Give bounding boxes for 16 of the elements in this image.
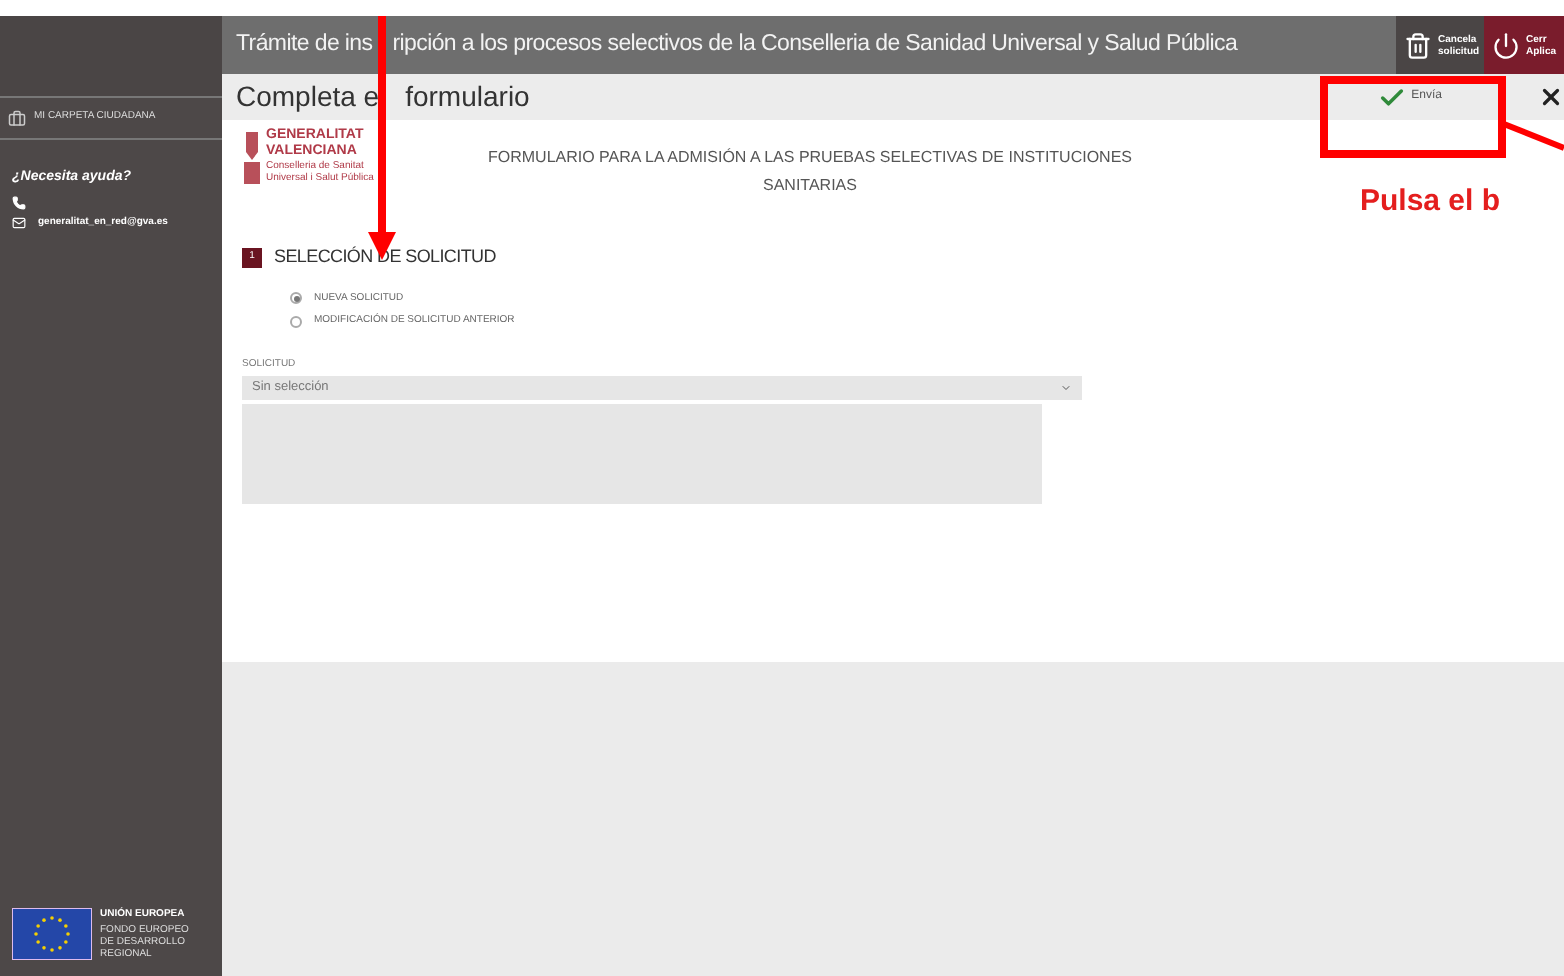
folder-icon bbox=[8, 109, 26, 127]
header-title: Trámite de ins bbox=[236, 29, 373, 60]
page-title: Completa e bbox=[236, 78, 380, 116]
trash-icon bbox=[1404, 31, 1432, 59]
mail-icon bbox=[12, 215, 26, 230]
power-icon bbox=[1492, 31, 1520, 59]
dropdown-icon bbox=[1060, 382, 1072, 394]
check-icon bbox=[1377, 83, 1406, 111]
header-title: ripción a los procesos selectivos de la Conselleria de Sanidad Universal y Salud Pública bbox=[392, 29, 1238, 60]
eu-flag-icon bbox=[12, 908, 92, 960]
close-icon[interactable] bbox=[1538, 84, 1564, 110]
annotation-line bbox=[1504, 120, 1564, 152]
form-title: FORMULARIO PARA LA ADMISIÓN A LAS PRUEBAS SELECTIVAS DE INSTITUCIONES SANITARIAS bbox=[485, 146, 1134, 198]
phone-icon bbox=[12, 195, 26, 209]
page-title: formulario bbox=[405, 78, 530, 116]
annotation-text: Pulsa el b bbox=[1360, 182, 1501, 222]
